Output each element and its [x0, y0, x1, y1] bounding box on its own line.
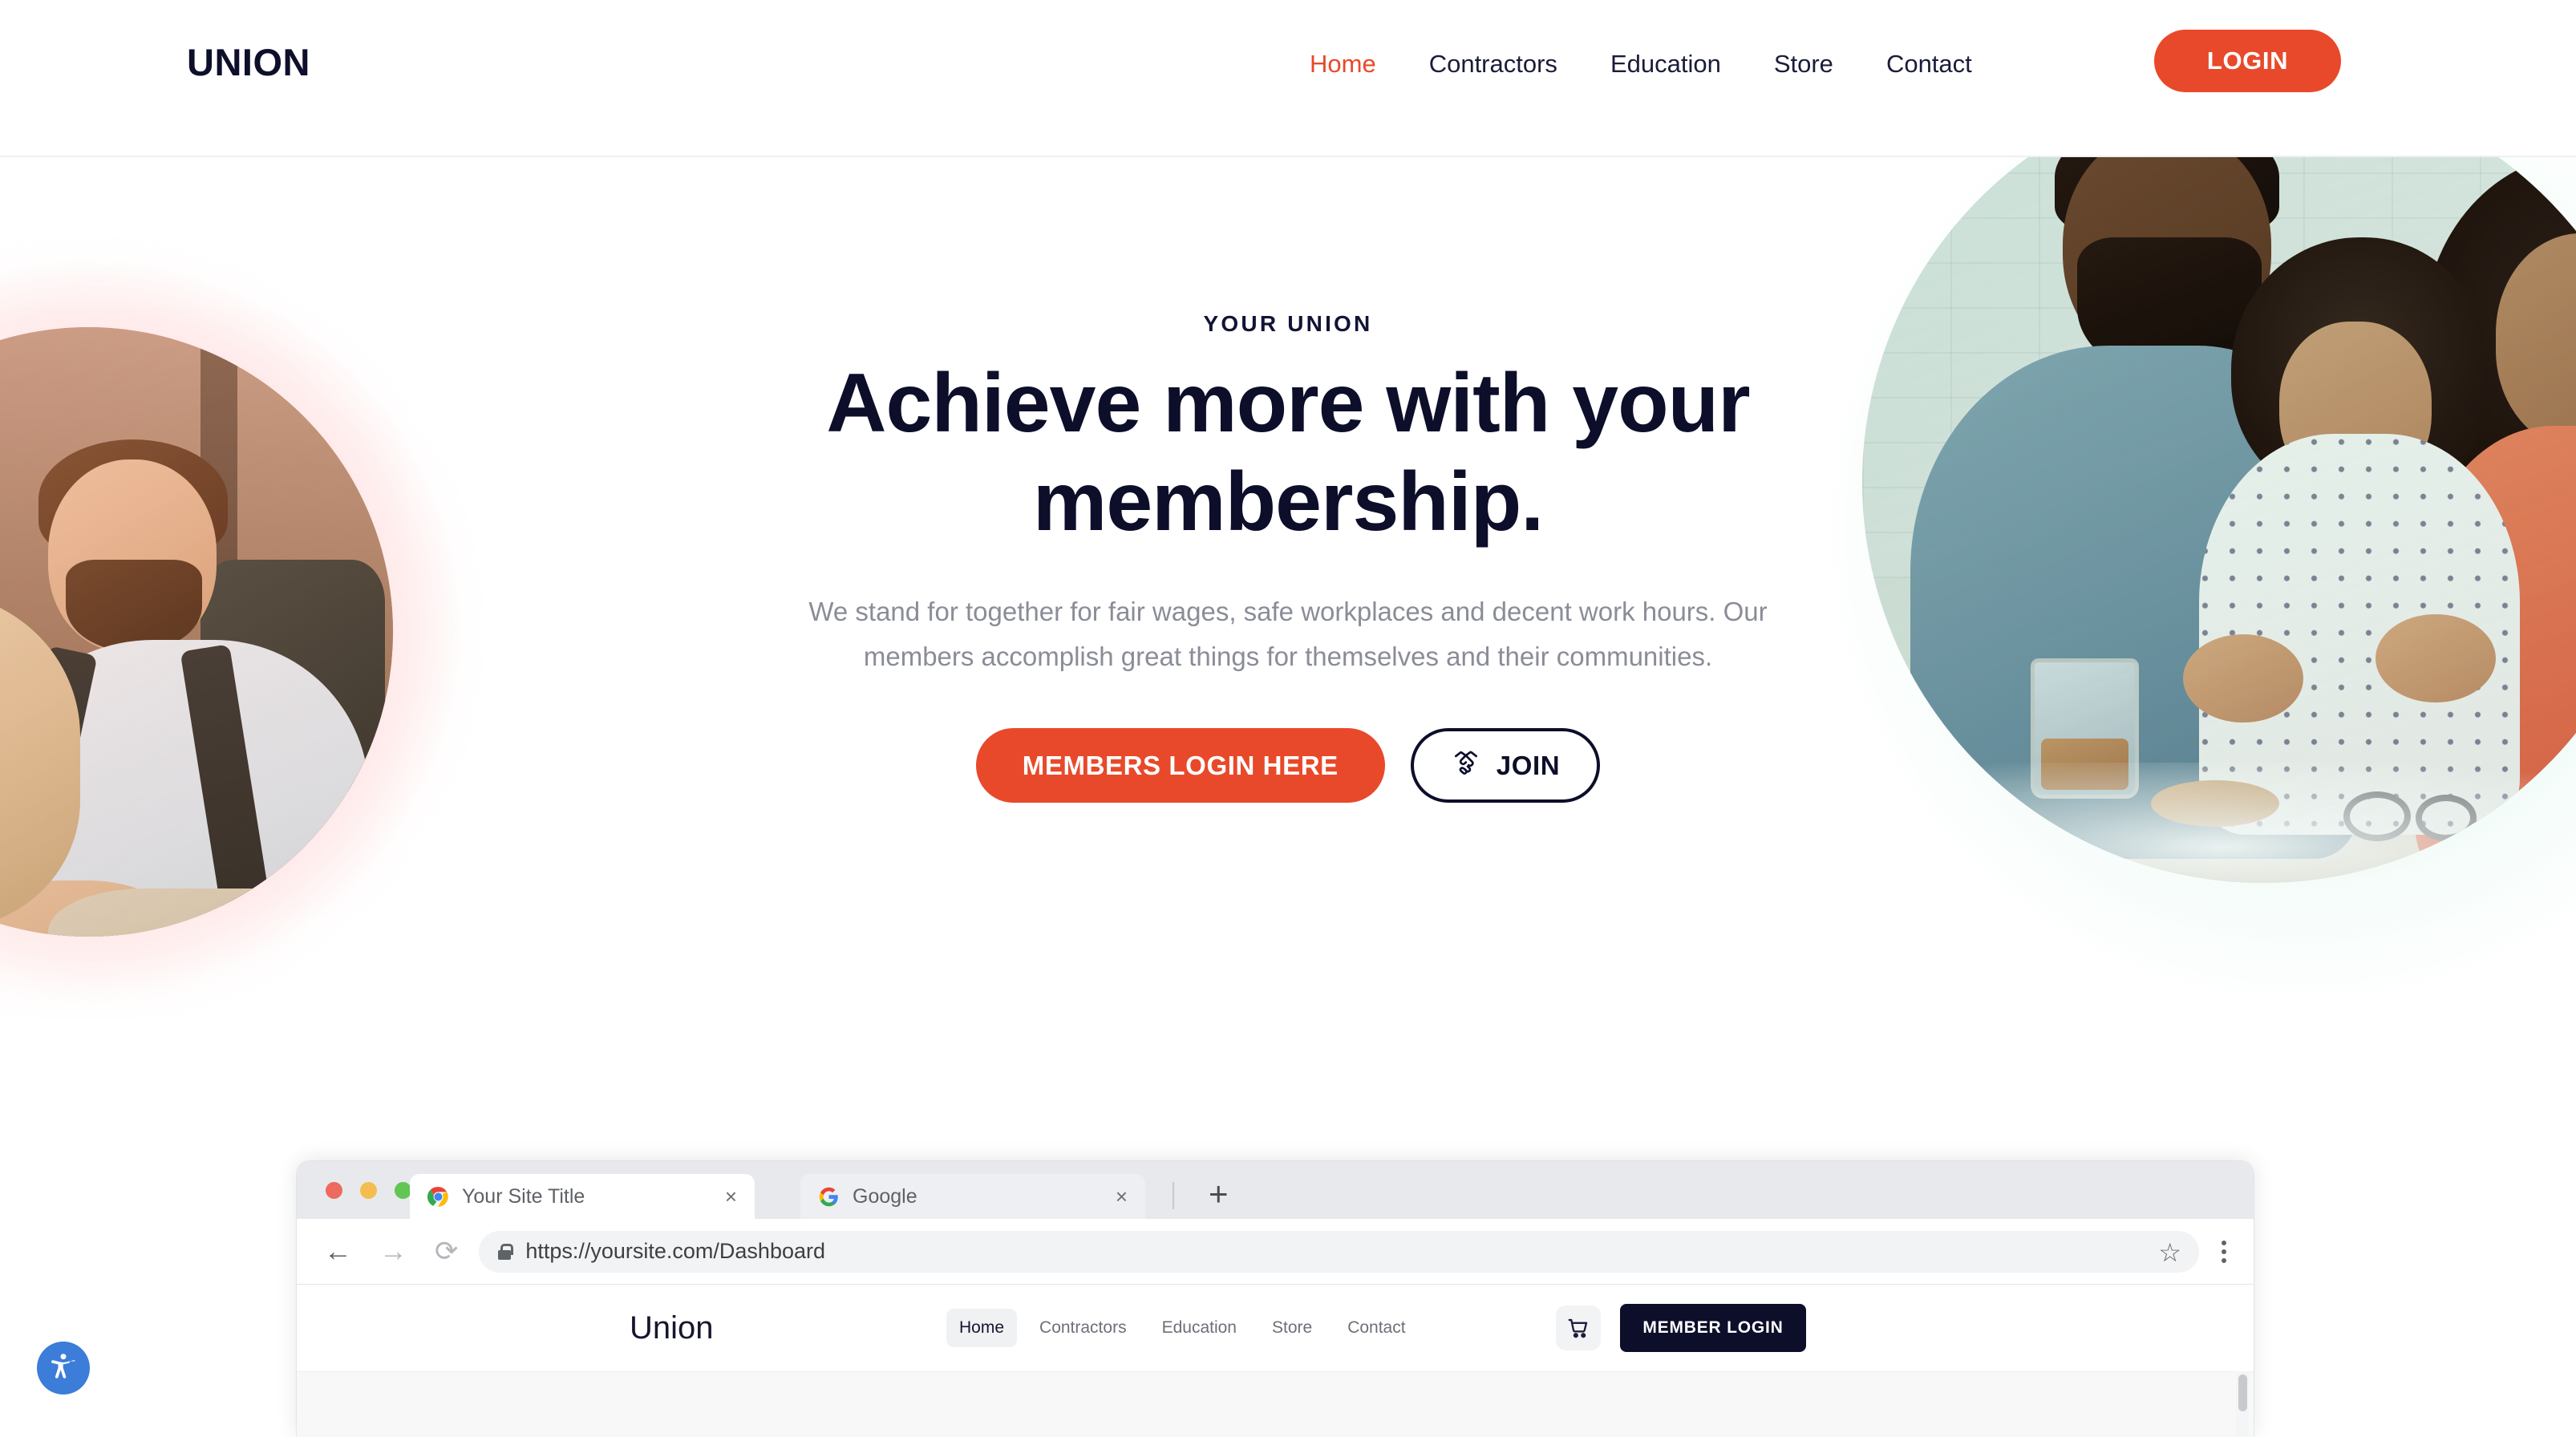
site-header: UNION Home Contractors Education Store C…: [0, 0, 2576, 157]
preview-nav-home[interactable]: Home: [946, 1309, 1018, 1347]
preview-logo[interactable]: Union: [630, 1310, 714, 1346]
preview-nav-contact[interactable]: Contact: [1335, 1309, 1418, 1347]
nav-item-contractors[interactable]: Contractors: [1403, 50, 1584, 79]
nav-item-education[interactable]: Education: [1584, 50, 1748, 79]
site-logo[interactable]: UNION: [187, 40, 310, 84]
teal-tint-overlay: [1862, 157, 2576, 883]
man-with-dog-photo: [0, 327, 393, 937]
browser-mockup: Your Site Title × Google × + ← → ⟳ https…: [297, 1161, 2254, 1437]
login-button[interactable]: LOGIN: [2154, 30, 2341, 92]
preview-navbar: Union Home Contractors Education Store C…: [297, 1285, 2254, 1371]
hero-section: YOUR UNION Achieve more with your member…: [0, 157, 2576, 1111]
embedded-site-preview: Union Home Contractors Education Store C…: [297, 1285, 2254, 1437]
minimize-window-dot[interactable]: [360, 1182, 377, 1199]
browser-urlbar: ← → ⟳ https://yoursite.com/Dashboard ☆: [297, 1219, 2254, 1285]
nav-item-contact[interactable]: Contact: [1860, 50, 1999, 79]
preview-nav-education[interactable]: Education: [1149, 1309, 1250, 1347]
warm-tint-overlay: [0, 327, 393, 937]
reload-icon[interactable]: ⟳: [435, 1236, 458, 1268]
chrome-icon: [427, 1186, 449, 1208]
back-icon[interactable]: ←: [324, 1236, 352, 1268]
new-tab-icon[interactable]: +: [1209, 1177, 1229, 1211]
preview-member-login-button[interactable]: MEMBER LOGIN: [1620, 1304, 1806, 1352]
maximize-window-dot[interactable]: [395, 1182, 411, 1199]
hero-eyebrow: YOUR UNION: [1203, 311, 1373, 336]
close-tab-icon[interactable]: ×: [725, 1186, 737, 1207]
preview-nav-contractors[interactable]: Contractors: [1027, 1309, 1140, 1347]
tab-title: Your Site Title: [462, 1184, 585, 1208]
accessibility-widget-button[interactable]: [37, 1342, 90, 1394]
members-login-button[interactable]: MEMBERS LOGIN HERE: [975, 728, 1385, 804]
hero-cta-row: MEMBERS LOGIN HERE JOIN: [622, 728, 1954, 804]
preview-nav-store[interactable]: Store: [1259, 1309, 1325, 1347]
browser-tabbar: Your Site Title × Google × +: [297, 1161, 2254, 1219]
tab-title: Google: [853, 1184, 917, 1208]
browser-menu-icon[interactable]: [2222, 1240, 2226, 1263]
google-icon: [818, 1186, 840, 1208]
hero-image-left: [0, 327, 393, 937]
address-bar[interactable]: https://yoursite.com/Dashboard ☆: [479, 1230, 2199, 1273]
browser-tab-google[interactable]: Google ×: [800, 1174, 1145, 1219]
handshake-icon: [1451, 747, 1481, 784]
lock-icon: [498, 1243, 514, 1260]
family-baking-photo: [1862, 157, 2576, 883]
preview-page-body: [297, 1371, 2254, 1437]
browser-tab-yoursite[interactable]: Your Site Title ×: [410, 1174, 755, 1219]
scrollbar-thumb[interactable]: [2238, 1374, 2247, 1411]
tab-separator: [1173, 1182, 1174, 1209]
hero-content: YOUR UNION Achieve more with your member…: [622, 157, 1954, 804]
nav-item-store[interactable]: Store: [1748, 50, 1860, 79]
url-text: https://yoursite.com/Dashboard: [525, 1239, 826, 1263]
hero-image-right: [1862, 157, 2576, 883]
preview-navigation: Home Contractors Education Store Contact: [946, 1309, 1419, 1347]
main-navigation: Home Contractors Education Store Contact: [1283, 50, 1999, 79]
accessibility-person-icon: [47, 1350, 80, 1387]
join-button[interactable]: JOIN: [1410, 728, 1601, 804]
hero-subtitle: We stand for together for fair wages, sa…: [808, 597, 1768, 671]
close-tab-icon[interactable]: ×: [1116, 1186, 1128, 1207]
bookmark-star-icon[interactable]: ☆: [2158, 1237, 2181, 1268]
nav-item-home[interactable]: Home: [1283, 50, 1403, 79]
forward-icon[interactable]: →: [379, 1236, 407, 1268]
hero-title: Achieve more with your membership.: [826, 357, 1750, 548]
shopping-cart-icon[interactable]: [1556, 1305, 1601, 1350]
join-button-label: JOIN: [1496, 750, 1561, 780]
close-window-dot[interactable]: [326, 1182, 342, 1199]
window-controls: [326, 1182, 411, 1199]
